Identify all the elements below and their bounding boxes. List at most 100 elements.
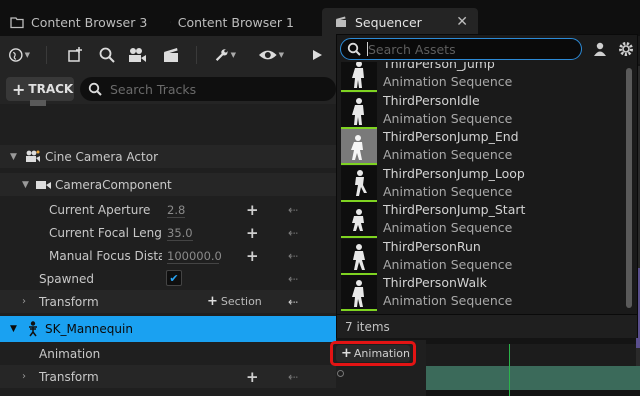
asset-name: ThirdPersonRun: [383, 239, 481, 254]
asset-type: Animation Sequence: [383, 111, 513, 126]
asset-item[interactable]: ThirdPersonJump_Loop Animation Sequence: [341, 166, 627, 202]
animation-thumbnail: [341, 275, 377, 311]
partial-icon: [30, 100, 46, 106]
asset-item[interactable]: ThirdPersonRun Animation Sequence: [341, 239, 627, 275]
tab-sequencer[interactable]: Sequencer ✕: [322, 8, 478, 36]
tab-content-browser-3[interactable]: Content Browser 3: [10, 8, 160, 36]
settings-button[interactable]: ▼: [214, 44, 236, 66]
person-icon: [594, 42, 606, 56]
tree-row-current-aperture[interactable]: Current Aperture 2.8 + ⇠: [0, 198, 336, 221]
reset-arrow-icon[interactable]: ⇠: [288, 295, 298, 309]
asset-type: Animation Sequence: [383, 74, 513, 89]
world-button[interactable]: ▼: [8, 44, 30, 66]
animation-thumbnail: [341, 202, 377, 238]
aperture-value[interactable]: 2.8: [167, 203, 185, 218]
plus-icon: +: [341, 346, 352, 361]
tree-row-sk-mannequin[interactable]: ▼ SK_Mannequin: [0, 316, 336, 342]
user-filter-icon[interactable]: [592, 41, 608, 57]
tab-label: Sequencer: [355, 14, 422, 30]
chevron-right-icon[interactable]: ›: [22, 296, 26, 307]
tab-label: Content Browser 3: [31, 14, 148, 30]
chevron-down-icon[interactable]: ▼: [10, 152, 17, 162]
add-keyframe-icon: [68, 47, 82, 62]
tree-row-animation[interactable]: Animation: [0, 342, 336, 365]
add-section-button[interactable]: + Section: [207, 294, 262, 309]
plus-icon: +: [12, 79, 26, 99]
play-icon: [313, 50, 322, 60]
search-icon: [99, 47, 115, 63]
tree-row-current-focal-length[interactable]: Current Focal Length 35.0 + ⇠: [0, 221, 336, 244]
tree-row-transform[interactable]: › Transform + Section ⇠: [0, 290, 336, 313]
tab-content-browser-1[interactable]: Content Browser 1: [170, 8, 294, 36]
transform-label: Transform: [39, 294, 99, 309]
divider: [196, 46, 197, 64]
add-key-icon[interactable]: +: [246, 224, 259, 242]
timeline-row: [426, 344, 640, 366]
skeleton-icon: [29, 321, 37, 337]
add-key-icon[interactable]: +: [246, 201, 259, 219]
search-icon: [347, 42, 361, 56]
add-track-button[interactable]: + TRACK: [6, 77, 74, 101]
add-track-label: TRACK: [28, 82, 74, 96]
tree-row-cine-camera-actor[interactable]: ▼ Cine Camera Actor: [0, 145, 336, 168]
chevron-down-icon: ▼: [24, 51, 30, 59]
chevron-down-icon[interactable]: ▼: [22, 180, 29, 190]
reset-arrow-icon[interactable]: ⇠: [288, 226, 298, 240]
chevron-down-icon[interactable]: ▼: [10, 324, 17, 334]
video-camera-icon: [36, 180, 51, 189]
tree-row-spawned[interactable]: Spawned ✔ ⇠: [0, 267, 336, 290]
animation-thumbnail: [341, 129, 377, 165]
reset-arrow-icon[interactable]: ⇠: [288, 203, 298, 217]
view-button[interactable]: ▼: [258, 44, 284, 66]
focus-value[interactable]: 100000.0: [167, 249, 222, 264]
chevron-right-icon[interactable]: ›: [22, 371, 26, 382]
asset-name: ThirdPersonJump_Start: [383, 202, 526, 217]
asset-item[interactable]: ThirdPersonJump_End Animation Sequence: [341, 129, 627, 165]
search-tracks-input[interactable]: Search Tracks: [80, 77, 336, 101]
reset-arrow-icon[interactable]: ⇠: [288, 249, 298, 263]
add-animation-button[interactable]: + Animation: [336, 345, 410, 362]
asset-type: Animation Sequence: [383, 257, 513, 272]
reset-arrow-icon[interactable]: ⇠: [288, 272, 298, 286]
search-button[interactable]: [96, 44, 118, 66]
camera-icon: [129, 48, 146, 62]
asset-item[interactable]: ThirdPerson_Jump Animation Sequence: [341, 62, 627, 92]
asset-list: ThirdPerson_Jump Animation Sequence Thir…: [337, 62, 637, 314]
tree-row-transform-2[interactable]: › Transform + ⇠: [0, 365, 336, 388]
search-assets-placeholder: Search Assets: [368, 41, 456, 57]
playhead-line: [509, 344, 510, 396]
focal-value[interactable]: 35.0: [167, 226, 193, 241]
tree-row-camera-component[interactable]: ▼ CameraComponent: [0, 173, 336, 196]
animation-thumbnail: [341, 93, 377, 129]
add-key-icon[interactable]: +: [246, 247, 259, 265]
spawned-checkbox[interactable]: ✔: [166, 270, 182, 286]
play-button[interactable]: [306, 44, 328, 66]
reset-arrow-icon[interactable]: ⇠: [288, 370, 298, 384]
world-icon: [9, 48, 23, 62]
asset-item[interactable]: ThirdPersonJump_Start Animation Sequence: [341, 202, 627, 238]
asset-list-scrollbar[interactable]: [626, 68, 632, 308]
asset-type: Animation Sequence: [383, 293, 513, 308]
asset-count-footer: 7 items: [337, 314, 637, 338]
key-dot-icon: [337, 370, 344, 377]
folder-icon: [170, 21, 171, 23]
asset-name: ThirdPersonIdle: [383, 93, 480, 108]
asset-picker-popup: Search Assets ThirdPerson_Jump Animation…: [336, 34, 638, 338]
asset-count: 7 items: [345, 319, 390, 334]
camera-button[interactable]: [126, 44, 148, 66]
asset-item[interactable]: ThirdPersonWalk Animation Sequence: [341, 275, 627, 311]
asset-item[interactable]: ThirdPersonIdle Animation Sequence: [341, 93, 627, 129]
add-key-icon[interactable]: +: [246, 368, 259, 386]
clapperboard-button[interactable]: [160, 44, 182, 66]
tree-row-manual-focus-distance[interactable]: Manual Focus Distan 100000.0 + ⇠: [0, 244, 336, 267]
animation-thumbnail: [341, 62, 377, 92]
close-icon[interactable]: ✕: [456, 14, 468, 30]
section-label: Section: [220, 295, 262, 308]
focal-label: Current Focal Length: [49, 225, 162, 240]
animation-thumbnail: [341, 166, 377, 202]
add-keyframe-button[interactable]: [64, 44, 86, 66]
eye-icon: [258, 50, 277, 60]
search-assets-input[interactable]: Search Assets: [340, 38, 582, 60]
transform2-label: Transform: [39, 369, 99, 384]
settings-gear-button[interactable]: [617, 40, 635, 58]
